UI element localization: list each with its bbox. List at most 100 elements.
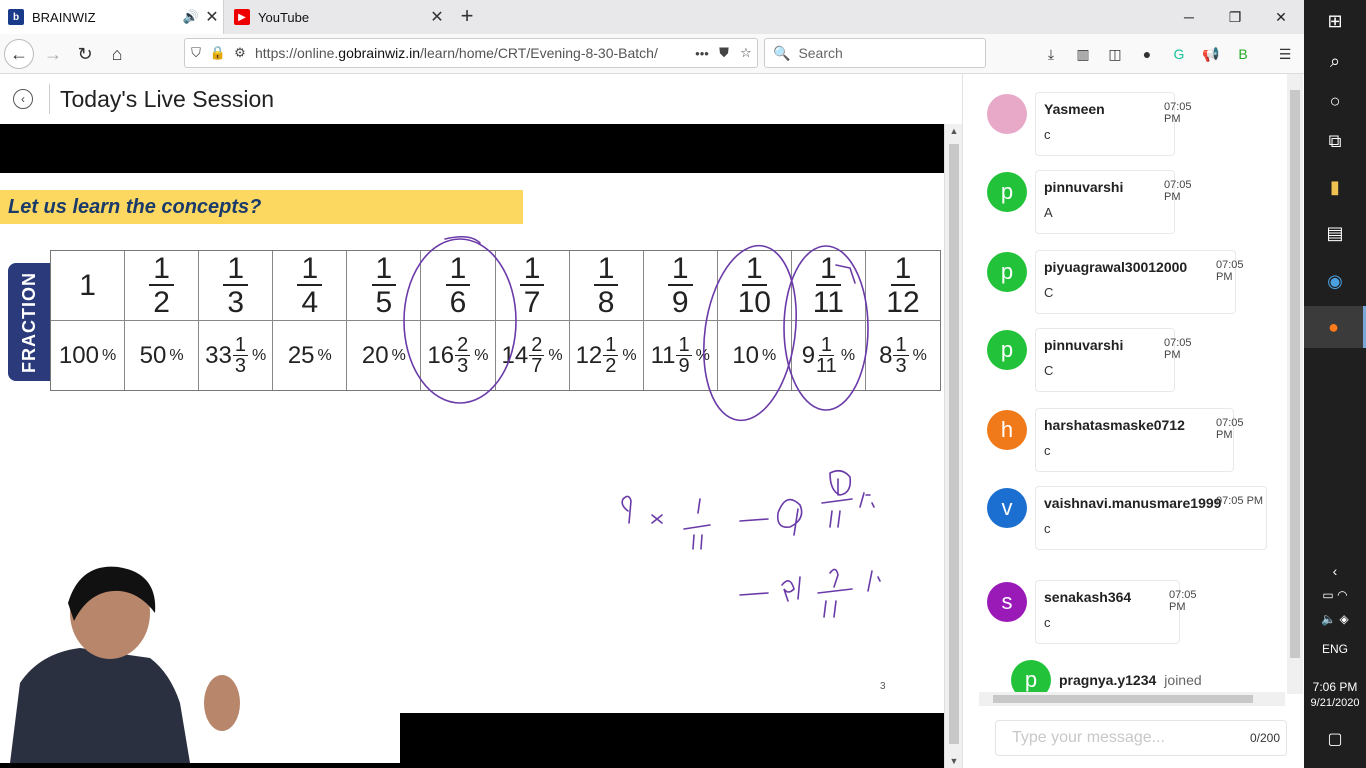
tab-brainwiz[interactable]: b BRAINWIZ 🔊 ✕ <box>0 0 224 34</box>
cortana-icon[interactable]: ○ <box>1304 80 1366 122</box>
fraction-table: 1 1 2 1 3 1 4 1 5 1 6 1 7 1 8 1 9 1 10 1 11 1 12 100% 50% 33 1 3% 25… <box>50 250 941 391</box>
scroll-up-icon[interactable]: ▲ <box>945 126 963 136</box>
tab-title: YouTube <box>258 9 310 25</box>
avatar: v <box>987 488 1027 528</box>
presenter-hand <box>204 675 240 731</box>
message-time: 07:05 PM <box>1216 417 1244 441</box>
clock-time[interactable]: 7:06 PM <box>1304 680 1366 694</box>
page-title: Today's Live Session <box>60 85 275 112</box>
back-circle-icon[interactable]: ‹ <box>13 89 33 109</box>
notification-icon[interactable]: ▢ <box>1304 718 1366 760</box>
chat-message: h harshatasmaske0712 07:05 PM c <box>979 408 1275 480</box>
video-player[interactable]: Let us learn the concepts? FRACTION 1121… <box>0 124 944 768</box>
handwriting-dash <box>739 592 769 596</box>
avatar: s <box>987 582 1027 622</box>
sidebar-icon[interactable]: ◫ <box>1104 43 1126 65</box>
fraction-value: 15 <box>371 253 397 318</box>
percent-cell: 25% <box>273 321 348 390</box>
search-input[interactable]: 🔍 Search <box>764 38 986 68</box>
percent-value: 25% <box>287 341 332 369</box>
message-bubble: harshatasmaske0712 07:05 PM c <box>1035 408 1244 472</box>
chat-scrollbar[interactable] <box>1287 74 1303 694</box>
scroll-thumb[interactable] <box>949 144 959 744</box>
scroll-thumb[interactable] <box>993 695 1253 703</box>
volume-icon[interactable]: 🔈 ◈ <box>1304 612 1366 626</box>
fraction-value: 1 11 <box>812 251 844 319</box>
message-bubble: pinnuvarshi 07:05 PM C <box>1035 328 1192 392</box>
extension-icon[interactable]: B <box>1232 43 1254 65</box>
avatar: h <box>987 410 1027 450</box>
presenter-video <box>0 563 400 763</box>
app-icon[interactable]: ▤ <box>1304 212 1366 254</box>
shield-icon[interactable]: ⛉ <box>185 45 207 61</box>
scroll-thumb[interactable] <box>1290 90 1300 658</box>
camera-icon[interactable]: ◉ <box>1304 260 1366 302</box>
chevron-left-icon[interactable]: ‹ <box>1304 550 1366 592</box>
language-indicator[interactable]: ENG <box>1304 642 1366 656</box>
grammarly-icon[interactable]: G <box>1168 43 1190 65</box>
page-content: ‹ Today's Live Session Let us learn the … <box>0 74 1304 768</box>
navigation-bar: ← → ↻ ⌂ ⛉ 🔒 ⚙ https://online.gobrainwiz.… <box>0 34 1304 74</box>
page-actions-icon[interactable]: ••• <box>691 46 713 61</box>
message-time: 07:05 PM <box>1216 259 1244 283</box>
fraction-value: 1 12 <box>886 251 920 319</box>
close-tab-icon[interactable]: ✕ <box>426 7 448 27</box>
message-time: 07:05 PM <box>1164 179 1192 203</box>
youtube-icon: ▶ <box>234 9 250 25</box>
megaphone-icon[interactable]: 📢 <box>1200 43 1222 65</box>
back-button[interactable]: ← <box>4 39 34 69</box>
bookmark-star-icon[interactable]: ☆ <box>735 45 757 61</box>
handwriting-dash <box>739 518 769 522</box>
download-icon[interactable]: ⤓ <box>1040 43 1062 65</box>
library-icon[interactable]: ▥ <box>1072 43 1094 65</box>
fraction-value: 18 <box>593 253 619 318</box>
tab-youtube[interactable]: ▶ YouTube ✕ <box>226 0 448 34</box>
search-icon[interactable]: ⌕ <box>1304 40 1366 82</box>
close-window-button[interactable]: ✕ <box>1258 0 1304 34</box>
speaker-icon[interactable]: 🔊 <box>183 9 199 25</box>
home-button[interactable]: ⌂ <box>102 39 132 69</box>
handwriting-percent <box>859 492 875 508</box>
percent-cell: 9 1 11% <box>792 321 866 390</box>
forward-button[interactable]: → <box>38 39 68 69</box>
chat-hscrollbar[interactable] <box>979 692 1285 706</box>
permissions-icon[interactable]: ⚙ <box>229 45 251 61</box>
fraction-value: 12 <box>149 253 174 318</box>
lock-icon[interactable]: 🔒 <box>207 45 229 61</box>
url-bar[interactable]: ⛉ 🔒 ⚙ https://online.gobrainwiz.in/learn… <box>184 38 758 68</box>
percent-value: 14 2 7% <box>501 334 563 377</box>
handwriting-percent <box>867 570 881 592</box>
reload-button[interactable]: ↻ <box>70 39 100 69</box>
windows-start-icon[interactable]: ⊞ <box>1304 0 1366 42</box>
account-icon[interactable]: ● <box>1136 43 1158 65</box>
fraction-cell: 13 <box>199 251 274 321</box>
close-tab-icon[interactable]: ✕ <box>201 7 223 27</box>
message-input[interactable] <box>1012 729 1250 747</box>
firefox-icon[interactable]: ● <box>1304 306 1366 348</box>
file-explorer-icon[interactable]: ▮ <box>1304 166 1366 208</box>
handwriting-fraction <box>683 498 711 550</box>
handwriting-x <box>651 514 663 524</box>
clock-date[interactable]: 9/21/2020 <box>1304 697 1366 709</box>
task-view-icon[interactable]: ⧉ <box>1304 120 1366 162</box>
minimize-button[interactable]: ─ <box>1166 0 1212 34</box>
percent-value: 8 1 3% <box>879 334 927 377</box>
menu-icon[interactable]: ☰ <box>1274 43 1296 65</box>
sender-name: pinnuvarshi <box>1044 179 1124 195</box>
restore-button[interactable]: ❐ <box>1212 0 1258 34</box>
pocket-icon[interactable]: ⛊ <box>713 45 735 61</box>
battery-wifi-icon[interactable]: ▭ ◠ <box>1304 588 1366 602</box>
browser-window: b BRAINWIZ 🔊 ✕ ▶ YouTube ✕ + ─ ❐ ✕ ← → ↻… <box>0 0 1304 768</box>
scroll-down-icon[interactable]: ▼ <box>945 756 963 766</box>
percent-value: 20% <box>361 341 406 369</box>
message-time: 07:05 PM <box>1164 337 1192 361</box>
slide: Let us learn the concepts? FRACTION 1121… <box>0 173 944 763</box>
message-bubble: senakash364 07:05 PM c <box>1035 580 1197 644</box>
chat-message: s senakash364 07:05 PM c <box>979 580 1275 652</box>
message-text: C <box>1044 363 1054 378</box>
video-scrollbar[interactable]: ▲ ▼ <box>944 124 962 768</box>
new-tab-button[interactable]: + <box>456 4 478 30</box>
percent-value: 16 2 3% <box>427 334 489 377</box>
percent-cell: 10% <box>718 321 792 390</box>
url-text[interactable]: https://online.gobrainwiz.in/learn/home/… <box>251 45 691 61</box>
